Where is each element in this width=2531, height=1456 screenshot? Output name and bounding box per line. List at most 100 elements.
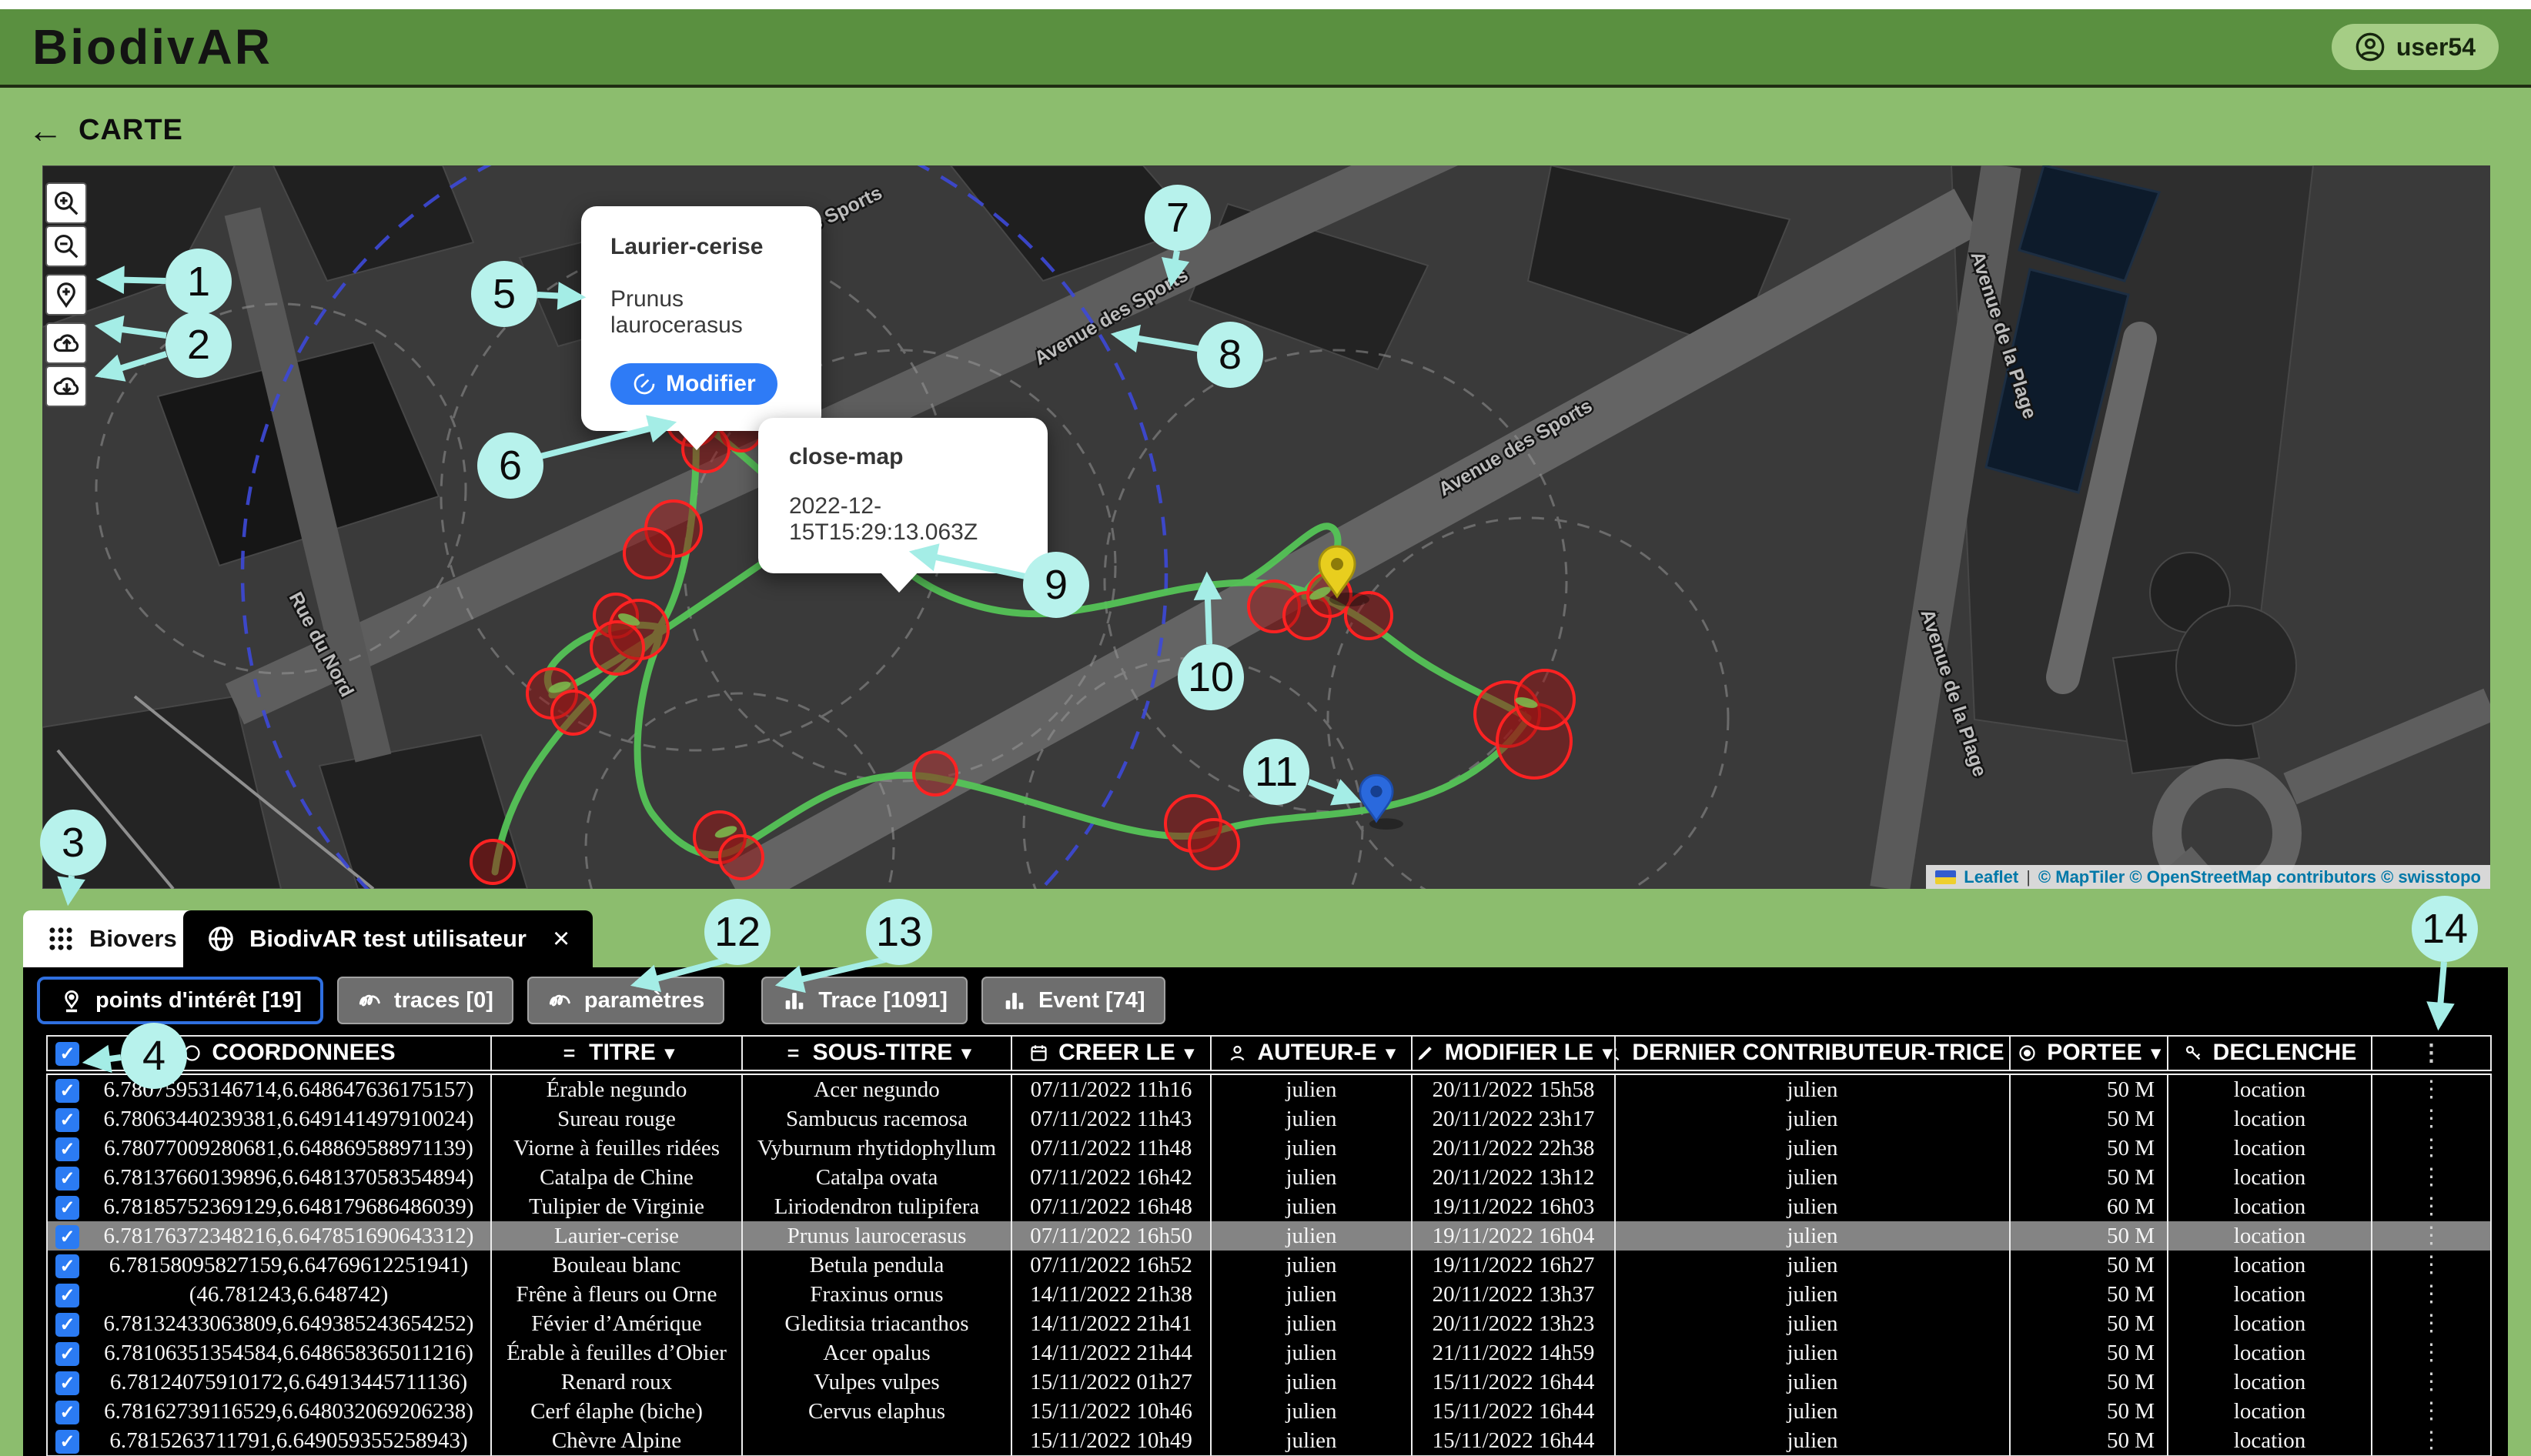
- select-all-checkbox[interactable]: ✓: [55, 1042, 79, 1066]
- cell-portee: 50 M: [2010, 1163, 2168, 1192]
- calendar-icon: [1028, 1043, 1049, 1064]
- row-checkbox[interactable]: ✓: [55, 1430, 79, 1454]
- cell-modifier-le: 20/11/2022 15h58: [1412, 1072, 1615, 1104]
- back-button[interactable]: ←: [28, 109, 63, 151]
- subtab-traces[interactable]: traces [0]: [337, 977, 513, 1024]
- row-checkbox[interactable]: ✓: [55, 1254, 79, 1278]
- col-portee[interactable]: PORTEE▾: [2010, 1036, 2168, 1072]
- table-row[interactable]: ✓ 6.78137660139896,6.648137058354894) Ca…: [47, 1163, 2491, 1192]
- col-dernier-contributeur[interactable]: DERNIER CONTRIBUTEUR-TRICE▾: [1615, 1036, 2010, 1072]
- add-poi-button[interactable]: [45, 274, 87, 316]
- squiggle-icon: [357, 987, 383, 1014]
- tab-workspace[interactable]: BiodivAR test utilisateur ×: [183, 910, 593, 967]
- cell-portee: 50 M: [2010, 1104, 2168, 1134]
- cell-declenche: location: [2168, 1251, 2372, 1280]
- col-creer-le[interactable]: CREER LE▾: [1011, 1036, 1211, 1072]
- table-row[interactable]: ✓ 6.7815263711791,6.649059355258943) Chè…: [47, 1426, 2491, 1456]
- col-sous-titre[interactable]: SOUS-TITRE▾: [742, 1036, 1011, 1072]
- row-checkbox[interactable]: ✓: [55, 1167, 79, 1191]
- row-menu-icon[interactable]: ⋮: [2372, 1072, 2491, 1104]
- user-menu[interactable]: user54: [2332, 24, 2499, 70]
- row-menu-icon[interactable]: ⋮: [2372, 1221, 2491, 1251]
- row-checkbox[interactable]: ✓: [55, 1342, 79, 1366]
- bottom-panel: points d'intérêt [19] traces [0] paramèt…: [23, 967, 2508, 1456]
- col-titre[interactable]: TITRE▾: [491, 1036, 742, 1072]
- table-row[interactable]: ✓ 6.78185752369129,6.648179686486039) Tu…: [47, 1192, 2491, 1221]
- cell-sous-titre: Gleditsia triacanthos: [742, 1309, 1011, 1338]
- cell-portee: 50 M: [2010, 1309, 2168, 1338]
- table-row[interactable]: ✓ 6.78162739116529,6.648032069206238) Ce…: [47, 1397, 2491, 1426]
- app-header: BiodivAR user54: [0, 9, 2531, 88]
- col-auteur[interactable]: AUTEUR-E▾: [1211, 1036, 1412, 1072]
- row-checkbox[interactable]: ✓: [55, 1137, 79, 1161]
- cell-portee: 50 M: [2010, 1338, 2168, 1368]
- cell-auteur: julien: [1211, 1426, 1412, 1456]
- cell-declenche: location: [2168, 1104, 2372, 1134]
- annotation-circle-13: 13: [866, 899, 932, 965]
- table-row[interactable]: ✓ (46.781243,6.648742) Frêne à fleurs ou…: [47, 1280, 2491, 1309]
- cell-sous-titre: Vyburnum rhytidophyllum: [742, 1134, 1011, 1163]
- row-checkbox[interactable]: ✓: [55, 1401, 79, 1424]
- cell-coordonnees: 6.7815263711791,6.649059355258943): [87, 1426, 491, 1456]
- zoom-in-button[interactable]: [45, 182, 87, 224]
- cell-modifier-le: 15/11/2022 16h44: [1412, 1368, 1615, 1397]
- annotation-circle-6: 6: [477, 432, 543, 499]
- cloud-download-icon: [52, 372, 81, 401]
- subtab-parametres[interactable]: paramètres: [527, 977, 724, 1024]
- row-menu-icon[interactable]: ⋮: [2372, 1338, 2491, 1368]
- row-checkbox[interactable]: ✓: [55, 1079, 79, 1103]
- col-declenche[interactable]: DECLENCHE: [2168, 1036, 2372, 1072]
- table-row[interactable]: ✓ 6.78176372348216,6.647851690643312) La…: [47, 1221, 2491, 1251]
- row-menu-icon[interactable]: ⋮: [2372, 1134, 2491, 1163]
- modify-button[interactable]: Modifier: [610, 363, 777, 405]
- table-row[interactable]: ✓ 6.78132433063809,6.649385243654252) Fé…: [47, 1309, 2491, 1338]
- cell-contributeur: julien: [1615, 1426, 2010, 1456]
- cell-sous-titre: Sambucus racemosa: [742, 1104, 1011, 1134]
- row-menu-icon[interactable]: ⋮: [2372, 1104, 2491, 1134]
- leaflet-link[interactable]: Leaflet: [1964, 867, 2018, 887]
- table-row[interactable]: ✓ 6.78124075910172,6.64913445711136) Ren…: [47, 1368, 2491, 1397]
- subtab-trace-log[interactable]: Trace [1091]: [761, 977, 968, 1024]
- tile-credits-links[interactable]: © MapTiler © OpenStreetMap contributors …: [2038, 867, 2481, 887]
- table-row[interactable]: ✓ 6.78063440239381,6.649141497910024) Su…: [47, 1104, 2491, 1134]
- row-menu-icon[interactable]: ⋮: [2372, 1368, 2491, 1397]
- table-row[interactable]: ✓ 6.78158095827159,6.64769612251941) Bou…: [47, 1251, 2491, 1280]
- cell-modifier-le: 19/11/2022 16h04: [1412, 1221, 1615, 1251]
- table-row[interactable]: ✓ 6.78075953146714,6.648647636175157) Ér…: [47, 1072, 2491, 1104]
- row-menu-icon[interactable]: ⋮: [2372, 1426, 2491, 1456]
- subtab-event-log[interactable]: Event [74]: [981, 977, 1165, 1024]
- col-modifier-le[interactable]: MODIFIER LE▾: [1412, 1036, 1615, 1072]
- cell-coordonnees: 6.78158095827159,6.64769612251941): [87, 1251, 491, 1280]
- row-checkbox[interactable]: ✓: [55, 1225, 79, 1249]
- cell-contributeur: julien: [1615, 1251, 2010, 1280]
- table-row[interactable]: ✓ 6.78106351354584,6.648658365011216) Ér…: [47, 1338, 2491, 1368]
- cell-coordonnees: 6.78137660139896,6.648137058354894): [87, 1163, 491, 1192]
- row-menu-icon[interactable]: ⋮: [2372, 1280, 2491, 1309]
- pin-icon: [59, 987, 85, 1014]
- row-checkbox[interactable]: ✓: [55, 1284, 79, 1307]
- row-menu-icon[interactable]: ⋮: [2372, 1192, 2491, 1221]
- close-tab-icon[interactable]: ×: [553, 923, 570, 956]
- row-menu-icon[interactable]: ⋮: [2372, 1309, 2491, 1338]
- row-menu-icon[interactable]: ⋮: [2372, 1397, 2491, 1426]
- poi-popup-title: Laurier-cerise: [610, 234, 792, 260]
- row-checkbox[interactable]: ✓: [55, 1196, 79, 1220]
- cloud-upload-button[interactable]: [45, 322, 87, 364]
- row-checkbox[interactable]: ✓: [55, 1108, 79, 1132]
- row-checkbox[interactable]: ✓: [55, 1313, 79, 1337]
- cloud-upload-icon: [52, 329, 81, 358]
- column-menu-icon[interactable]: ⋮: [2372, 1036, 2491, 1072]
- cell-sous-titre: Catalpa ovata: [742, 1163, 1011, 1192]
- row-menu-icon[interactable]: ⋮: [2372, 1163, 2491, 1192]
- annotation-circle-12: 12: [704, 899, 771, 965]
- row-menu-icon[interactable]: ⋮: [2372, 1251, 2491, 1280]
- subtab-points-interet[interactable]: points d'intérêt [19]: [37, 977, 323, 1024]
- cloud-download-button[interactable]: [45, 366, 87, 407]
- table-row[interactable]: ✓ 6.78077009280681,6.648869588971139) Vi…: [47, 1134, 2491, 1163]
- tab-biovers[interactable]: Biovers: [23, 910, 200, 967]
- cell-creer-le: 15/11/2022 10h49: [1011, 1426, 1211, 1456]
- annotation-circle-5: 5: [471, 261, 537, 327]
- cell-creer-le: 14/11/2022 21h41: [1011, 1309, 1211, 1338]
- row-checkbox[interactable]: ✓: [55, 1371, 79, 1395]
- zoom-out-button[interactable]: [45, 225, 87, 267]
